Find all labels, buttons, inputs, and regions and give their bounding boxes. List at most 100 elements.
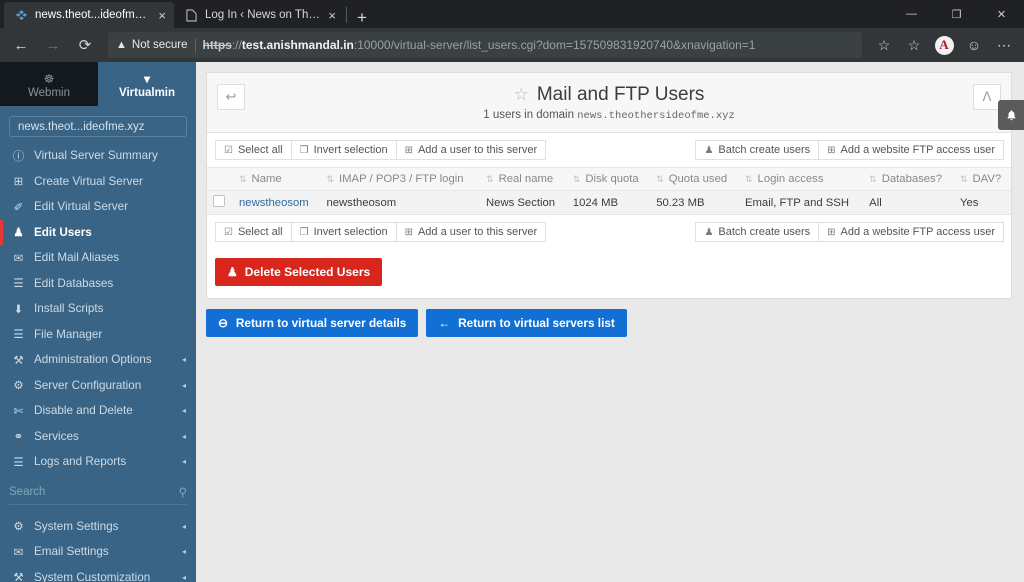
invert-selection-button[interactable]: ❐ Invert selection	[290, 140, 397, 160]
sidebar-item-edit-virtual-server[interactable]: ✐ Edit Virtual Server	[0, 194, 196, 220]
more-options-icon[interactable]: ⋯	[990, 31, 1018, 59]
favorite-star-icon[interactable]: ☆	[514, 85, 529, 105]
folder-icon: ☰	[13, 329, 24, 342]
sidebar-item-label: Server Configuration	[34, 378, 142, 392]
sidebar-item-administration-options[interactable]: ⚒ Administration Options ◂	[0, 347, 196, 373]
search-icon[interactable]: ⚲	[179, 485, 187, 499]
sidebar-item-logs-and-reports[interactable]: ☰ Logs and Reports ◂	[0, 449, 196, 475]
sidebar-item-email-settings[interactable]: ✉ Email Settings ◂	[0, 539, 196, 565]
collections-icon[interactable]: ☆	[900, 31, 928, 59]
batch-create-users-button[interactable]: ♟ Batch create users	[695, 140, 820, 160]
browser-tab-2[interactable]: Log In ‹ News on The Othet Side ×	[174, 2, 344, 28]
sidebar-tab-webmin[interactable]: ☸ Webmin	[0, 62, 98, 106]
feedback-smiley-icon[interactable]: ☺	[960, 31, 988, 59]
browser-tab-1[interactable]: news.theot...ideofme.xyz - Mail a ×	[4, 2, 174, 28]
chevron-down-icon: ▾	[143, 71, 151, 86]
download-box-icon: ⬇	[13, 303, 24, 316]
window-controls: — ❐ ✕	[889, 0, 1024, 28]
back-arrow-icon[interactable]: ↩	[217, 84, 245, 110]
sidebar-item-disable-and-delete[interactable]: ✄ Disable and Delete ◂	[0, 398, 196, 424]
close-icon[interactable]: ×	[158, 9, 166, 22]
favorite-star-icon[interactable]: ☆	[870, 31, 898, 59]
invert-selection-button-bottom[interactable]: ❐ Invert selection	[290, 222, 397, 242]
forward-icon[interactable]: →	[38, 31, 68, 59]
close-icon[interactable]: ×	[328, 9, 336, 22]
new-tab-button[interactable]: +	[349, 9, 375, 28]
chevron-left-icon: ◂	[181, 572, 186, 582]
cell-databases: All	[863, 190, 954, 215]
sidebar-item-file-manager[interactable]: ☰ File Manager	[0, 322, 196, 348]
sidebar-item-install-scripts[interactable]: ⬇ Install Scripts	[0, 296, 196, 322]
column-header-dav[interactable]: ⇅ DAV?	[953, 167, 1011, 191]
row-checkbox[interactable]	[213, 195, 225, 207]
info-icon: ⓘ	[12, 150, 25, 163]
sidebar-item-label: System Customization	[34, 570, 151, 582]
notification-bell-icon[interactable]	[998, 100, 1024, 130]
users-icon: ♟	[13, 227, 24, 240]
sidebar-tab-virtualmin[interactable]: ▾ Virtualmin	[98, 62, 196, 106]
button-label: Batch create users	[718, 226, 811, 238]
circle-arrow-icon: ⊖	[218, 316, 228, 330]
checkbox-icon: ☑	[224, 144, 233, 156]
column-header-login[interactable]: ⇅ IMAP / POP3 / FTP login	[320, 167, 481, 191]
batch-create-users-button-bottom[interactable]: ♟ Batch create users	[695, 222, 820, 242]
sidebar-item-label: Edit Users	[34, 225, 92, 239]
column-header-quota-used[interactable]: ⇅ Quota used	[650, 167, 739, 191]
filter-icon[interactable]: ᐱ	[973, 84, 1001, 110]
return-to-virtual-servers-list-button[interactable]: ← Return to virtual servers list	[426, 309, 627, 337]
add-user-button-bottom[interactable]: ⊞ Add a user to this server	[395, 222, 547, 242]
envelope-icon: ✉	[13, 546, 24, 559]
sidebar-item-label: Email Settings	[34, 545, 109, 559]
select-all-button-bottom[interactable]: ☑ Select all	[215, 222, 292, 242]
address-bar[interactable]: ▲ Not secure https://test.anishmandal.in…	[108, 32, 862, 58]
page-title: ☆ Mail and FTP Users	[514, 84, 705, 106]
cell-login: newstheosom	[320, 190, 481, 215]
page-subtitle-domain: news.theothersideofme.xyz	[577, 110, 735, 122]
checkbox-icon: ☑	[224, 226, 233, 238]
column-label: Login access	[757, 173, 824, 185]
panel-header: ↩ ☆ Mail and FTP Users 1 users in domain…	[207, 73, 1011, 133]
column-label: Disk quota	[585, 173, 639, 185]
row-checkbox-cell[interactable]	[207, 190, 233, 215]
column-header-disk-quota[interactable]: ⇅ Disk quota	[566, 167, 651, 191]
window-close-icon[interactable]: ✕	[979, 0, 1024, 28]
security-indicator[interactable]: ▲ Not secure	[116, 39, 188, 51]
column-header-name[interactable]: ⇅ Name	[233, 167, 321, 191]
sidebar-item-services[interactable]: ⚭ Services ◂	[0, 424, 196, 450]
add-website-ftp-user-button[interactable]: ⊞ Add a website FTP access user	[818, 140, 1004, 160]
sidebar-item-system-customization[interactable]: ⚒ System Customization ◂	[0, 565, 196, 582]
user-name-link[interactable]: newstheosom	[239, 197, 309, 209]
sidebar-domain-selector[interactable]: news.theot...ideofme.xyz	[9, 116, 187, 137]
maximize-icon[interactable]: ❐	[934, 0, 979, 28]
sort-icon: ⇅	[656, 174, 664, 184]
page-icon	[184, 8, 198, 22]
profile-avatar[interactable]: A	[930, 31, 958, 59]
sidebar-item-edit-databases[interactable]: ☰ Edit Databases	[0, 271, 196, 297]
sidebar-item-create-virtual-server[interactable]: ⊞ Create Virtual Server	[0, 169, 196, 195]
sidebar-search[interactable]: Search ⚲	[9, 481, 187, 505]
add-user-button[interactable]: ⊞ Add a user to this server	[395, 140, 547, 160]
sidebar-domain-label: news.theot...ideofme.xyz	[18, 120, 145, 133]
button-label: Return to virtual server details	[235, 316, 407, 330]
button-label: Add a user to this server	[417, 144, 538, 156]
document-icon: ☰	[13, 456, 24, 469]
add-website-ftp-user-button-bottom[interactable]: ⊞ Add a website FTP access user	[818, 222, 1004, 242]
minimize-icon[interactable]: —	[889, 0, 934, 28]
sidebar-item-virtual-server-summary[interactable]: ⓘ Virtual Server Summary	[0, 143, 196, 169]
button-label: Delete Selected Users	[244, 265, 371, 279]
sidebar-item-edit-mail-aliases[interactable]: ✉ Edit Mail Aliases	[0, 245, 196, 271]
sidebar-item-server-configuration[interactable]: ⚙ Server Configuration ◂	[0, 373, 196, 399]
reload-icon[interactable]: ⟳	[70, 31, 100, 59]
column-header-real-name[interactable]: ⇅ Real name	[480, 167, 567, 191]
delete-selected-users-button[interactable]: ♟ Delete Selected Users	[215, 258, 383, 286]
select-all-button[interactable]: ☑ Select all	[215, 140, 292, 160]
back-icon[interactable]: ←	[6, 31, 36, 59]
column-header-databases[interactable]: ⇅ Databases?	[863, 167, 954, 191]
envelope-icon: ✉	[13, 252, 24, 265]
return-to-virtual-server-details-button[interactable]: ⊖ Return to virtual server details	[206, 309, 419, 337]
sort-icon: ⇅	[744, 174, 753, 184]
sidebar-item-edit-users[interactable]: ♟ Edit Users	[0, 219, 196, 246]
column-header-login-access[interactable]: ⇅ Login access	[738, 167, 864, 191]
sidebar-item-system-settings[interactable]: ⚙ System Settings ◂	[0, 514, 196, 540]
button-label: Invert selection	[313, 144, 388, 156]
